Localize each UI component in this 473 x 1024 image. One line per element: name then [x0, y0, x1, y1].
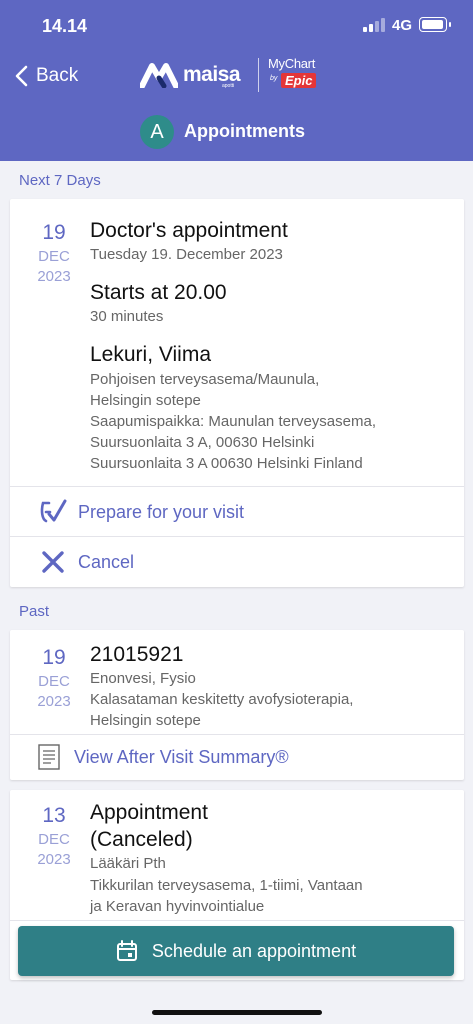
date-month: DEC	[38, 248, 70, 265]
cancel-label: Cancel	[78, 551, 135, 572]
appointment-location-line: Suursuonlaita 3 A 00630 Helsinki Finland	[90, 455, 363, 472]
back-button[interactable]: Back	[14, 62, 78, 90]
appointment-detail-line: Kalasataman keskitetty avofysioterapia,	[90, 691, 354, 708]
back-label: Back	[36, 65, 79, 86]
cancel-button[interactable]: Cancel	[10, 537, 464, 587]
date-year: 2023	[37, 851, 71, 868]
appointment-title: Appointment	[90, 801, 208, 824]
date-day: 19	[42, 221, 66, 244]
date-month: DEC	[38, 673, 70, 690]
status-time: 14.14	[42, 16, 88, 36]
after-visit-summary-label: View After Visit Summary®	[74, 746, 289, 767]
maisa-logo: maisa apotti	[140, 58, 241, 92]
date-month: DEC	[38, 831, 70, 848]
status-bar: 14.14 4G	[0, 0, 473, 52]
network-label: 4G	[392, 17, 413, 34]
calendar-icon	[116, 940, 137, 961]
schedule-appointment-label: Schedule an appointment	[151, 940, 357, 961]
home-indicator[interactable]	[152, 1010, 322, 1015]
section-past: Past	[19, 603, 50, 620]
appointment-date: 19 DEC 2023	[10, 221, 98, 285]
prepare-visit-label: Prepare for your visit	[78, 501, 245, 522]
appointment-duration: 30 minutes	[90, 308, 164, 325]
date-day: 19	[42, 646, 66, 669]
appointment-status: (Canceled)	[90, 828, 193, 851]
appointment-detail-line: Helsingin sotepe	[90, 712, 201, 729]
appointment-title: 21015921	[90, 643, 184, 666]
appointment-detail-line: Tikkurilan terveysasema, 1-tiimi, Vantaa…	[90, 877, 363, 894]
epic-logo: Epic	[281, 73, 317, 88]
divider	[10, 920, 464, 921]
chevron-left-icon	[15, 65, 28, 87]
prepare-visit-button[interactable]: Prepare for your visit	[10, 487, 464, 537]
appointment-card-upcoming[interactable]: 19 DEC 2023 Doctor's appointment Tuesday…	[10, 199, 464, 587]
close-icon	[38, 547, 68, 577]
maisa-logo-icon	[140, 63, 178, 88]
battery-icon	[419, 17, 451, 32]
avatar[interactable]: A	[140, 115, 174, 149]
mychart-by: by	[270, 75, 278, 82]
appointment-detail-line: Enonvesi, Fysio	[90, 670, 196, 687]
appointment-card-past[interactable]: 19 DEC 2023 21015921 Enonvesi, Fysio Kal…	[10, 630, 464, 780]
appointment-date: 13 DEC 2023	[10, 804, 98, 868]
maisa-logo-sub: apotti	[222, 83, 235, 89]
appointment-detail-line: Lääkäri Pth	[90, 855, 166, 872]
appointment-title: Doctor's appointment	[90, 219, 288, 242]
appointment-start-time: Starts at 20.00	[90, 281, 227, 304]
app-header: 14.14 4G Back maisa apotti MyChart by Ep…	[0, 0, 473, 161]
date-day: 13	[42, 804, 66, 827]
document-icon	[34, 742, 64, 772]
appointment-provider: Lekuri, Viima	[90, 343, 211, 366]
appointment-detail-line: ja Keravan hyvinvointialue	[90, 898, 265, 915]
signal-icon	[363, 18, 385, 32]
after-visit-summary-link[interactable]: View After Visit Summary®	[10, 734, 464, 780]
date-year: 2023	[37, 693, 71, 710]
page-title: Appointments	[184, 121, 305, 141]
checklist-icon	[38, 497, 68, 527]
appointment-date-text: Tuesday 19. December 2023	[90, 246, 283, 263]
schedule-appointment-button[interactable]: Schedule an appointment	[18, 926, 454, 976]
appointment-location-line: Saapumispaikka: Maunulan terveysasema,	[90, 413, 376, 430]
appointment-location-line: Helsingin sotepe	[90, 392, 201, 409]
mychart-text: MyChart	[268, 56, 316, 71]
appointment-date: 19 DEC 2023	[10, 646, 98, 710]
section-next-7-days: Next 7 Days	[19, 172, 101, 189]
date-year: 2023	[37, 268, 71, 285]
appointment-location-line: Pohjoisen terveysasema/Maunula,	[90, 371, 320, 388]
logo-divider	[258, 58, 259, 92]
mychart-logo: MyChart by Epic	[268, 56, 328, 94]
appointment-location-line: Suursuonlaita 3 A, 00630 Helsinki	[90, 434, 315, 451]
